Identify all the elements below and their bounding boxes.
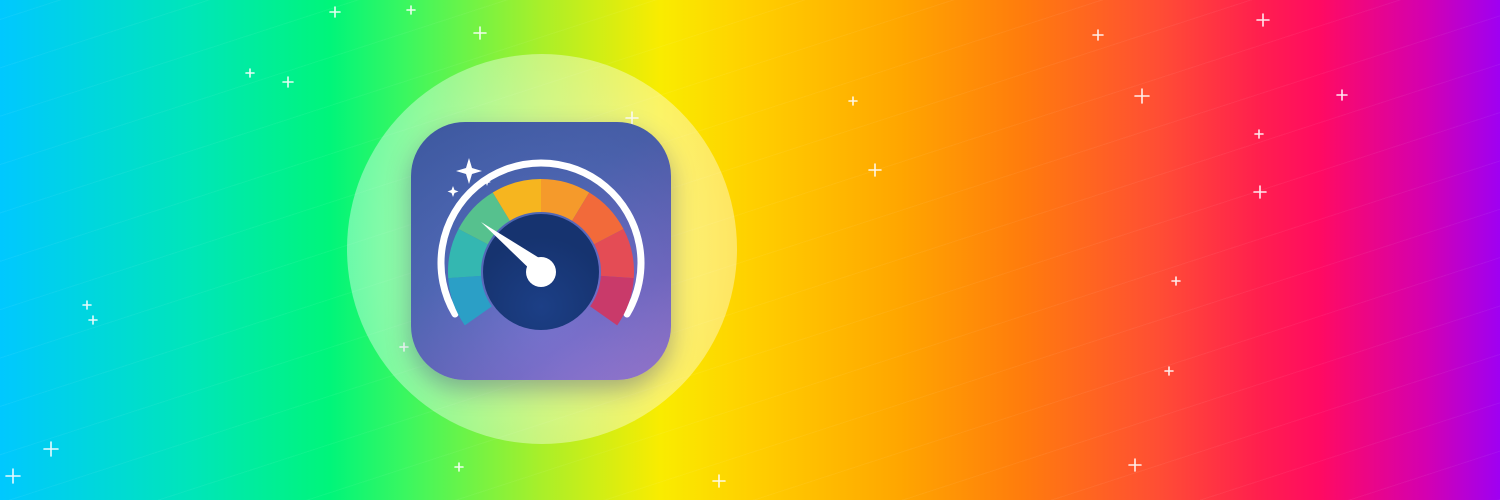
- plus-sparkle-icon: [1171, 276, 1181, 286]
- plus-sparkle-icon: [1336, 89, 1348, 101]
- plus-sparkle-icon: [1256, 13, 1270, 27]
- plus-sparkle-icon: [712, 474, 726, 488]
- plus-sparkle-icon: [473, 26, 487, 40]
- plus-sparkle-icon: [454, 462, 464, 472]
- plus-sparkle-icon: [88, 315, 98, 325]
- plus-sparkle-icon-group: [5, 5, 1348, 488]
- plus-sparkle-icon: [1134, 88, 1150, 104]
- sparkle-field: [0, 0, 1500, 500]
- banner-background: [0, 0, 1500, 500]
- plus-sparkle-icon: [5, 468, 21, 484]
- plus-sparkle-icon: [1128, 458, 1142, 472]
- speedometer-app-icon: [411, 122, 671, 380]
- plus-sparkle-icon: [1092, 29, 1104, 41]
- plus-sparkle-icon: [282, 76, 294, 88]
- plus-sparkle-icon: [848, 96, 858, 106]
- plus-sparkle-icon: [329, 6, 341, 18]
- plus-sparkle-icon: [868, 163, 882, 177]
- plus-sparkle-icon: [1254, 129, 1264, 139]
- speedometer-gauge-icon: [437, 158, 645, 330]
- plus-sparkle-icon: [245, 68, 255, 78]
- plus-sparkle-icon: [43, 441, 59, 457]
- plus-sparkle-icon: [406, 5, 416, 15]
- plus-sparkle-icon: [1164, 366, 1174, 376]
- plus-sparkle-icon: [1253, 185, 1267, 199]
- plus-sparkle-icon: [82, 300, 92, 310]
